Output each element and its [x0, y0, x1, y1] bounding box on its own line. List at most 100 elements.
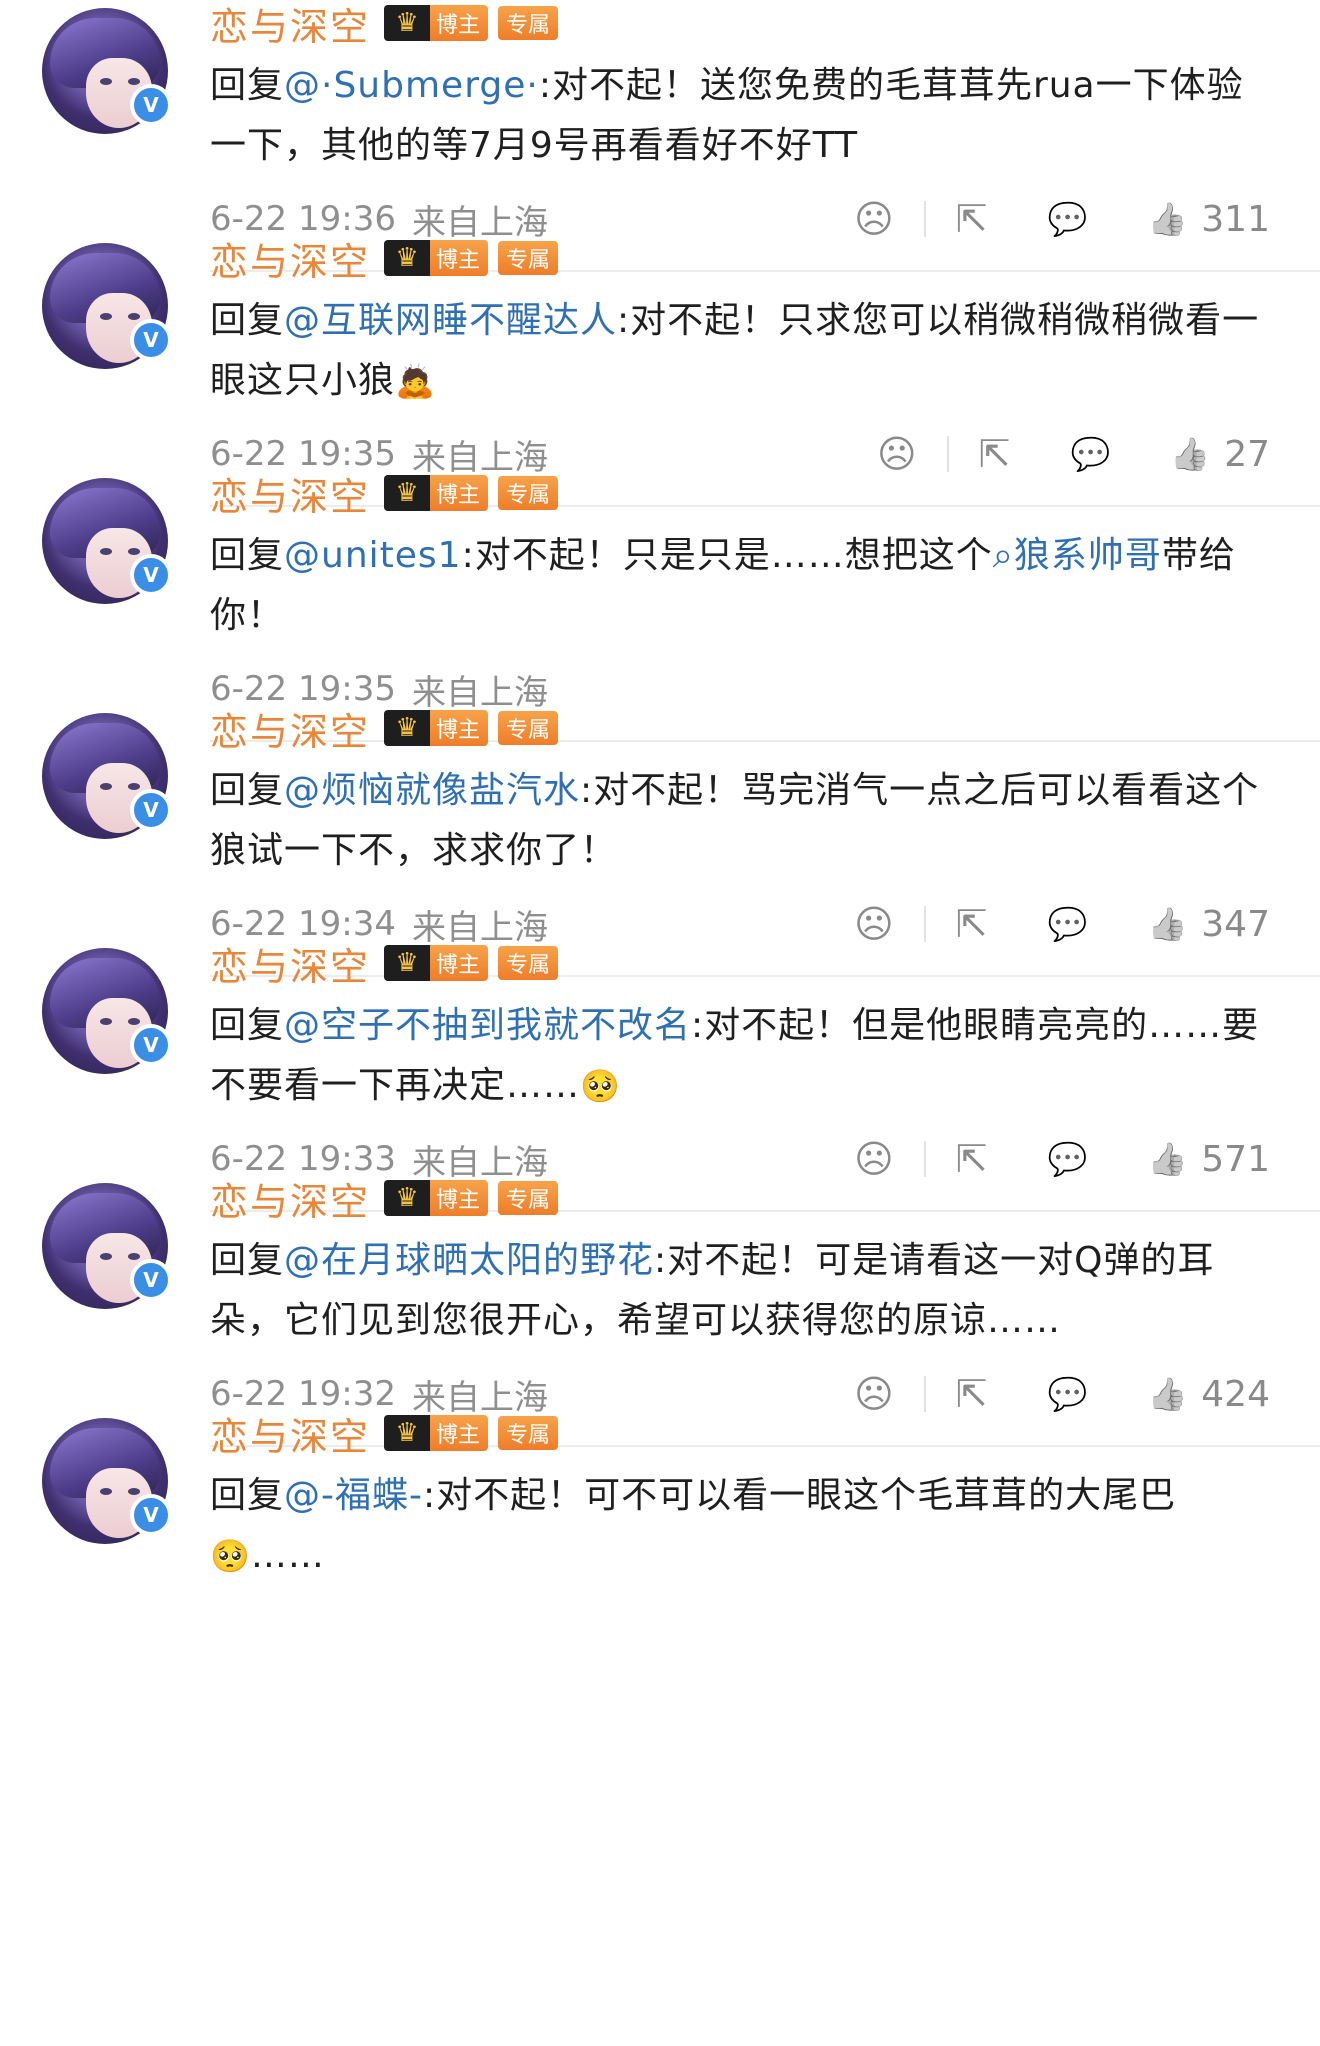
comment-header: 恋与深空 ♛ 博主 专属: [210, 1410, 559, 1459]
comment-body: 回复@互联网睡不醒达人:对不起！只求您可以稍微稍微稍微看一眼这只小狼🙇: [210, 291, 1280, 411]
username[interactable]: 恋与深空: [210, 0, 370, 51]
mention-link[interactable]: @空子不抽到我就不改名: [284, 1005, 691, 1046]
avatar-eye: [100, 1488, 112, 1495]
verified-icon: V: [130, 789, 172, 831]
comment-header: 恋与深空 ♛ 博主 专属: [210, 940, 559, 989]
mention-link[interactable]: @-福蝶-: [284, 1475, 423, 1516]
crown-icon: ♛: [384, 5, 431, 41]
comment-body: 回复@-福蝶-:对不起！可不可以看一眼这个毛茸茸的大尾巴 🥺……: [210, 1466, 1280, 1586]
avatar-eye: [128, 548, 140, 555]
blogger-badge: ♛ 博主: [384, 1415, 489, 1451]
action-separator: [923, 1376, 926, 1412]
comment-header: 恋与深空 ♛ 博主 专属: [210, 235, 559, 284]
badge-label: 博主: [436, 953, 481, 978]
reply-prefix: 回复: [210, 1475, 285, 1516]
special-tag: 专属: [498, 711, 559, 745]
blogger-badge: ♛ 博主: [384, 5, 489, 41]
special-tag: 专属: [498, 241, 559, 275]
thumbs-up-icon[interactable]: 👍: [1147, 1140, 1187, 1178]
search-icon: ⌕: [992, 535, 1014, 576]
special-tag: 专属: [498, 1181, 559, 1215]
badge-label: 博主: [436, 718, 481, 743]
action-separator: [923, 906, 926, 942]
thumbs-up-icon[interactable]: 👍: [1147, 1375, 1187, 1413]
reply-prefix: 回复: [210, 770, 285, 811]
verified-icon: V: [130, 1494, 172, 1536]
mention-link[interactable]: @烦恼就像盐汽水: [284, 770, 580, 811]
crown-icon: ♛: [384, 240, 431, 276]
blogger-badge: ♛ 博主: [384, 240, 489, 276]
comment-body: 回复@在月球晒太阳的野花:对不起！可是请看这一对Q弹的耳朵，它们见到您很开心，希…: [210, 1231, 1280, 1351]
emoji: 🥺: [210, 1537, 251, 1575]
verified-icon: V: [130, 84, 172, 126]
verified-icon: V: [130, 1024, 172, 1066]
emoji: 🙇: [395, 362, 436, 400]
like-count: 571: [1201, 1138, 1270, 1180]
mention-link[interactable]: @在月球晒太阳的野花: [284, 1240, 654, 1281]
reply-prefix: 回复: [210, 65, 285, 106]
comment-icon[interactable]: 💬: [1048, 1140, 1088, 1178]
blogger-badge: ♛ 博主: [384, 1180, 489, 1216]
comment-icon[interactable]: 💬: [1048, 200, 1088, 238]
username[interactable]: 恋与深空: [210, 1171, 370, 1226]
comment-header: 恋与深空 ♛ 博主 专属: [210, 470, 559, 519]
username[interactable]: 恋与深空: [210, 1406, 370, 1461]
thumbs-up-icon[interactable]: 👍: [1147, 905, 1187, 943]
like-count: 311: [1201, 198, 1270, 240]
comment-item: V 恋与深空 ♛ 博主 专属 回复@-福蝶-:对不起！可不可以看一眼这个毛茸茸的大尾巴 🥺……: [0, 1410, 1320, 1717]
comment-text: :对不起！可不可以看一眼这个毛茸茸的大尾巴: [423, 1475, 1177, 1516]
action-separator: [946, 436, 949, 472]
username[interactable]: 恋与深空: [210, 466, 370, 521]
mention-link[interactable]: @·Submerge·: [284, 65, 539, 106]
mention-link[interactable]: @unites1: [284, 535, 462, 576]
avatar-eye: [128, 1488, 140, 1495]
avatar-eye: [100, 313, 112, 320]
username[interactable]: 恋与深空: [210, 701, 370, 756]
crown-icon: ♛: [384, 945, 431, 981]
avatar-eye: [100, 1018, 112, 1025]
crown-icon: ♛: [384, 1415, 431, 1451]
avatar-eye: [128, 1018, 140, 1025]
comment-icon[interactable]: 💬: [1048, 905, 1088, 943]
comment-icon[interactable]: 💬: [1071, 435, 1111, 473]
badge-label: 博主: [436, 13, 481, 38]
emoji: 🥺: [580, 1067, 621, 1105]
mention-link[interactable]: @互联网睡不醒达人: [284, 300, 617, 341]
like-count: 424: [1201, 1373, 1270, 1415]
reply-prefix: 回复: [210, 1240, 285, 1281]
like-count: 347: [1201, 903, 1270, 945]
avatar-eye: [128, 313, 140, 320]
reply-prefix: 回复: [210, 1005, 285, 1046]
blogger-badge: ♛ 博主: [384, 475, 489, 511]
like-count: 27: [1224, 433, 1270, 475]
blogger-badge: ♛ 博主: [384, 945, 489, 981]
avatar-eye: [100, 783, 112, 790]
comment-body: 回复@烦恼就像盐汽水:对不起！骂完消气一点之后可以看看这个狼试一下不，求求你了！: [210, 761, 1280, 881]
avatar-eye: [128, 78, 140, 85]
reply-prefix: 回复: [210, 535, 285, 576]
search-link-label: 狼系帅哥: [1013, 535, 1162, 576]
comment-body: 回复@空子不抽到我就不改名:对不起！但是他眼睛亮亮的……要不要看一下再决定……🥺: [210, 996, 1280, 1116]
crown-icon: ♛: [384, 710, 431, 746]
comment-header: 恋与深空 ♛ 博主 专属: [210, 705, 559, 754]
thumbs-up-icon[interactable]: 👍: [1147, 200, 1187, 238]
crown-icon: ♛: [384, 1180, 431, 1216]
avatar-eye: [128, 783, 140, 790]
search-topic-link[interactable]: ⌕狼系帅哥: [993, 535, 1162, 576]
blogger-badge: ♛ 博主: [384, 710, 489, 746]
thumbs-up-icon[interactable]: 👍: [1170, 435, 1210, 473]
comment-body: 回复@·Submerge·:对不起！送您免费的毛茸茸先rua一下体验一下，其他的…: [210, 56, 1280, 176]
comment-header: 恋与深空 ♛ 博主 专属: [210, 0, 559, 49]
action-separator: [923, 201, 926, 237]
comment-feed: V 恋与深空 ♛ 博主 专属 回复@·Submerge·:对不起！送您免费的毛茸茸先rua…: [0, 0, 1320, 2046]
avatar-eye: [100, 1253, 112, 1260]
special-tag: 专属: [498, 6, 559, 40]
username[interactable]: 恋与深空: [210, 936, 370, 991]
badge-label: 博主: [436, 248, 481, 273]
verified-icon: V: [130, 319, 172, 361]
verified-icon: V: [130, 1259, 172, 1301]
comment-icon[interactable]: 💬: [1048, 1375, 1088, 1413]
comment-body: 回复@unites1:对不起！只是只是……想把这个⌕狼系帅哥带给你！: [210, 526, 1280, 646]
username[interactable]: 恋与深空: [210, 231, 370, 286]
avatar-eye: [128, 1253, 140, 1260]
